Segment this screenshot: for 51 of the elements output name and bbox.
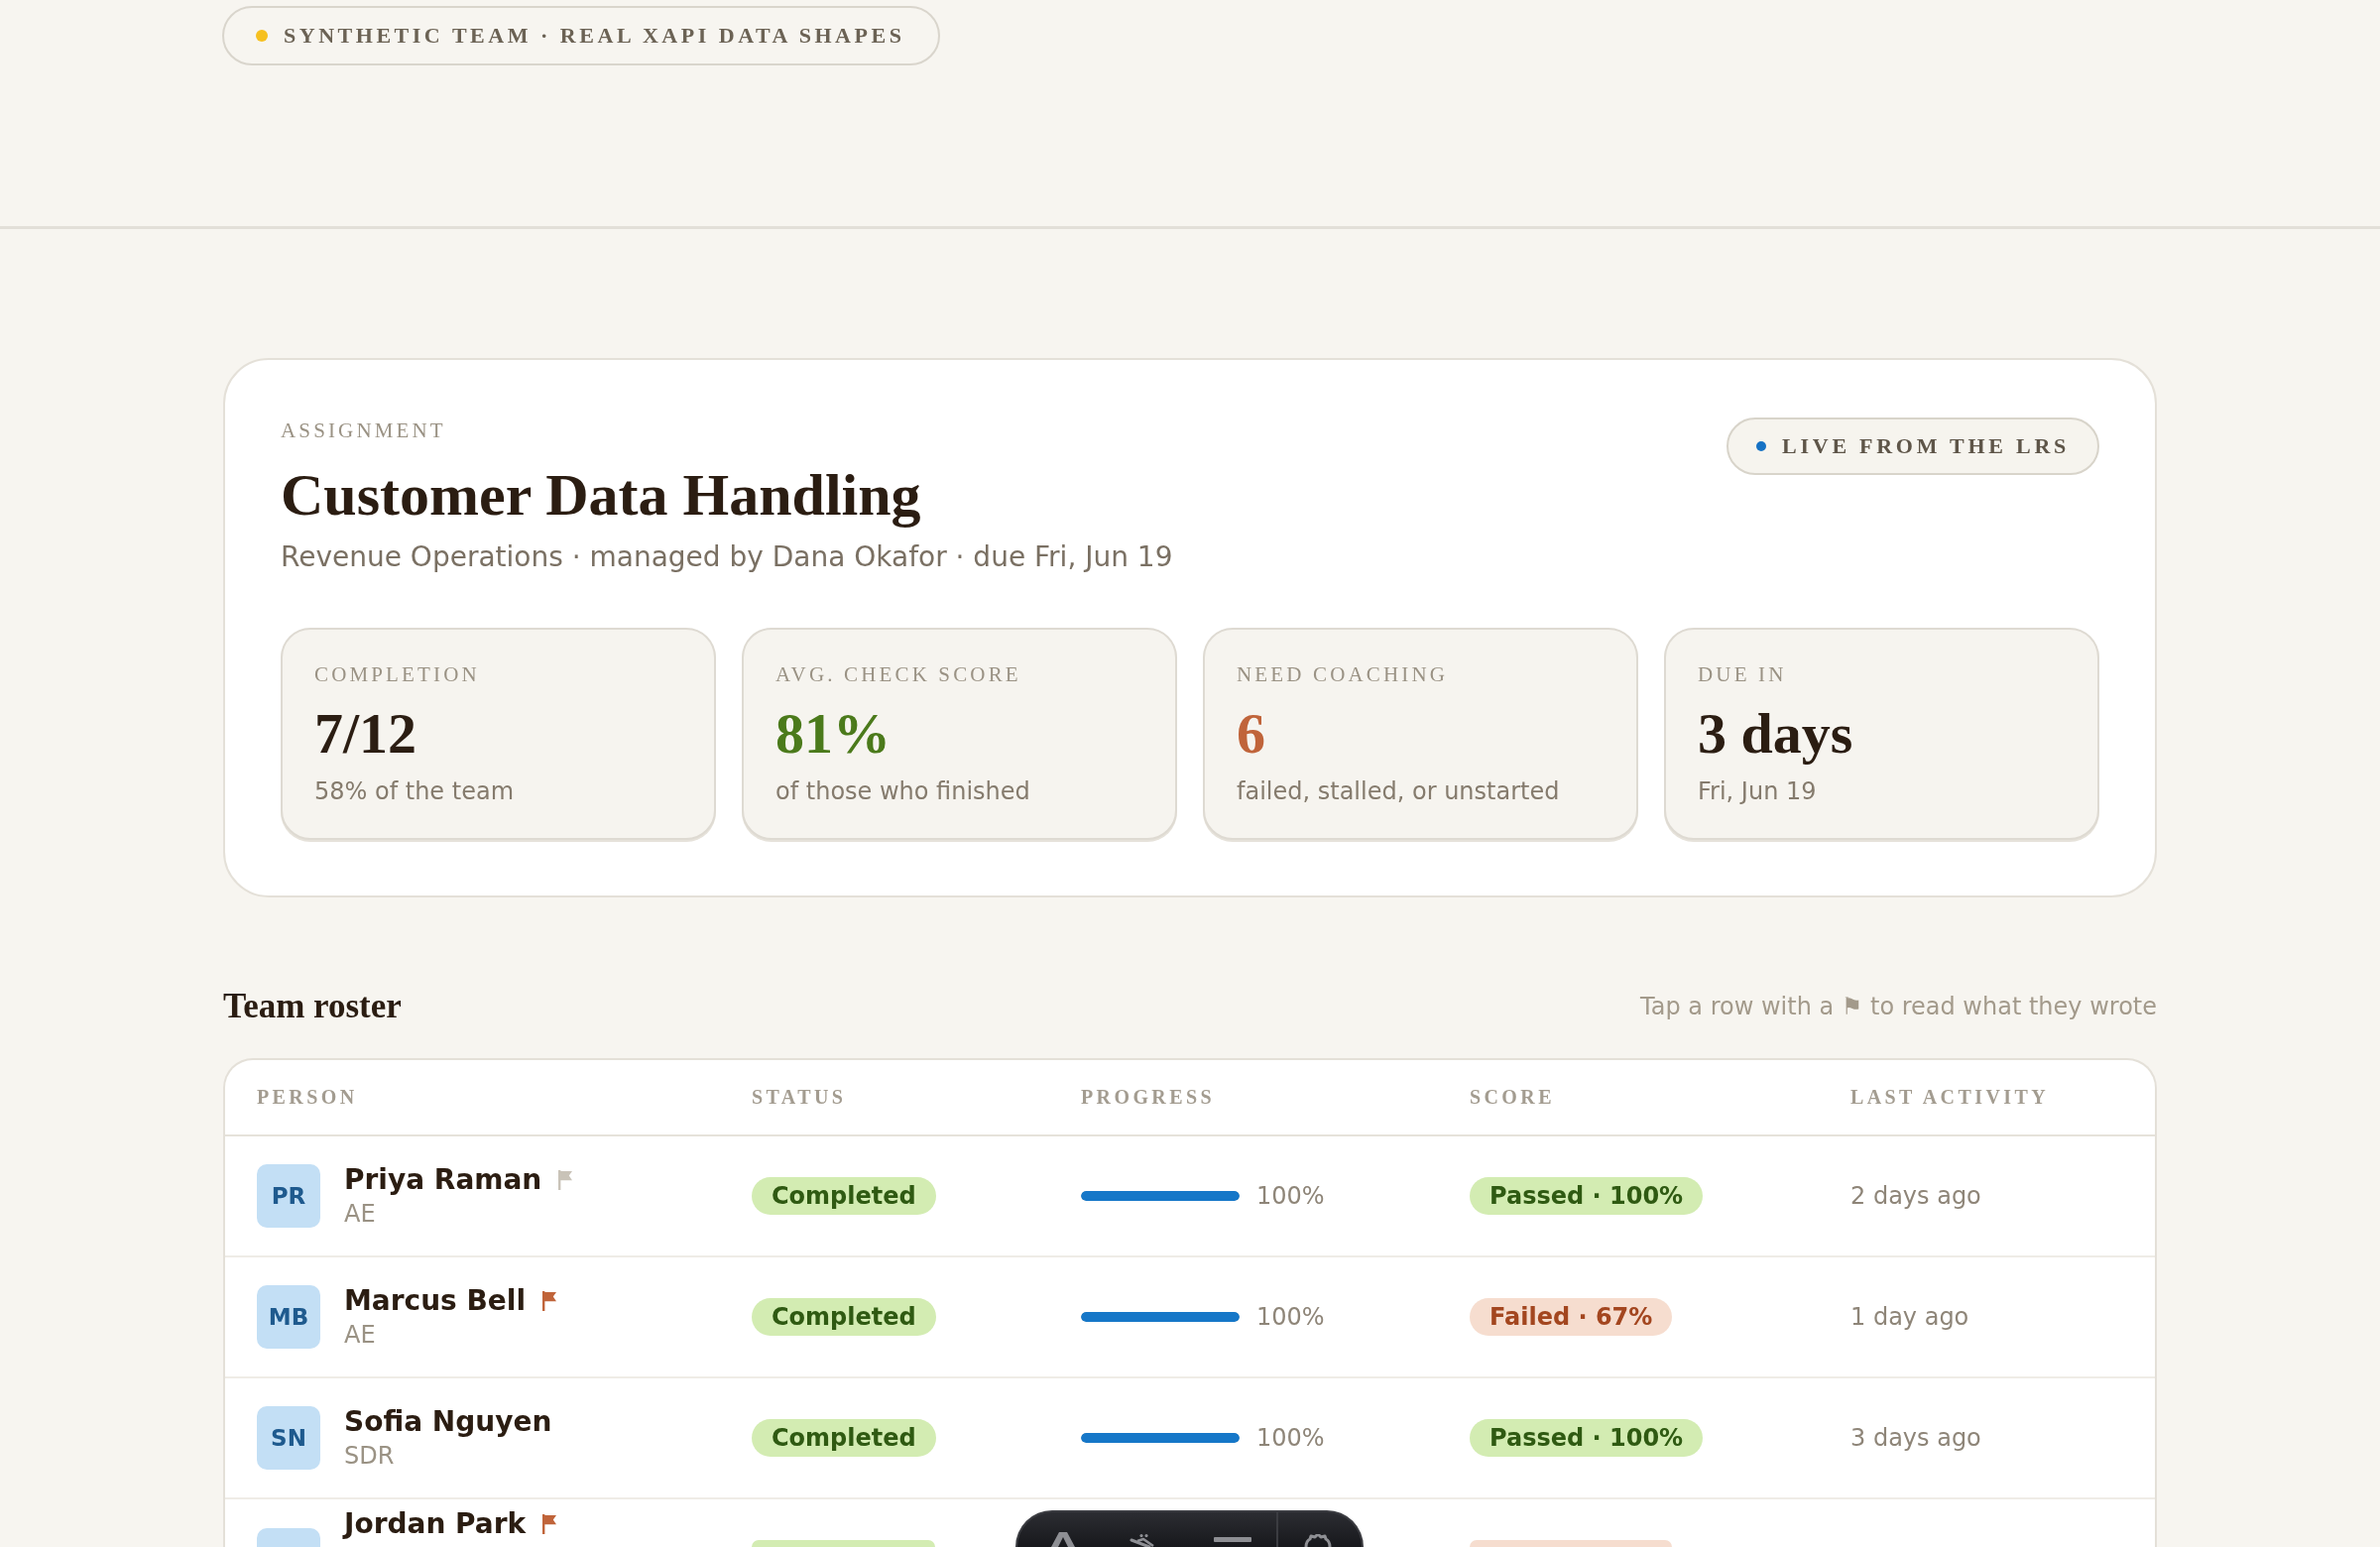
column-header: STATUS <box>752 1086 848 1109</box>
column-header: PROGRESS <box>1081 1086 1216 1109</box>
chevron-up-icon[interactable] <box>1050 1532 1076 1547</box>
stat-label: AVG. CHECK SCORE <box>775 663 1022 685</box>
person-role: SDR <box>344 1441 396 1471</box>
assignment-meta: Revenue Operations · managed by Dana Okafor · due Fri, Jun 19 <box>281 540 1173 574</box>
stat-label: COMPLETION <box>314 663 481 685</box>
progress-percent: 100% <box>1256 1181 1325 1211</box>
section-label: ASSIGNMENT <box>281 417 447 443</box>
last-activity: 1 day ago <box>1850 1302 1969 1332</box>
column-header: SCORE <box>1470 1086 1556 1109</box>
stat-value: 7/12 <box>314 702 418 766</box>
person-name: Marcus Bell <box>344 1284 527 1318</box>
last-activity: 3 days ago <box>1850 1423 1981 1453</box>
person-name: Jordan Park <box>344 1507 527 1541</box>
hint-text: Tap a row with a ⚑ to read what they wrote <box>1640 992 2157 1021</box>
status-badge: Completed <box>752 1298 936 1336</box>
settings-icon[interactable] <box>1304 1534 1332 1547</box>
avatar: MB <box>257 1285 320 1349</box>
avatar: SN <box>257 1406 320 1470</box>
assignment-title: Customer Data Handling <box>281 463 922 527</box>
stat-value: 6 <box>1237 702 1266 766</box>
person-role: AE <box>344 1320 377 1350</box>
stat-value: 3 days <box>1698 702 1854 766</box>
stat-value: 81% <box>775 702 892 766</box>
person-name: Sofia Nguyen <box>344 1405 552 1439</box>
status-dot-icon <box>256 30 268 42</box>
avatar <box>257 1528 320 1547</box>
status-badge: Completed <box>752 1177 936 1215</box>
status-dot-icon <box>1756 441 1767 451</box>
stat-note: Fri, Jun 19 <box>1698 776 1818 807</box>
section-heading: Team roster <box>223 986 402 1027</box>
live-label: LIVE FROM THE LRS <box>1782 433 2070 459</box>
column-header: LAST ACTIVITY <box>1850 1086 2050 1109</box>
progress-percent: 100% <box>1256 1423 1325 1453</box>
last-activity: 2 days ago <box>1850 1181 1981 1211</box>
avatar: PR <box>257 1164 320 1228</box>
status-badge: Completed <box>752 1419 936 1457</box>
banner-text: SYNTHETIC TEAM · REAL XAPI DATA SHAPES <box>284 23 905 49</box>
stat-label: NEED COACHING <box>1237 663 1450 685</box>
column-header: PERSON <box>257 1086 359 1109</box>
score-badge: Passed · 100% <box>1470 1177 1704 1215</box>
score-badge: Failed · 67% <box>1470 1298 1673 1336</box>
score-badge: Passed · 100% <box>1470 1419 1704 1457</box>
person-role: AE <box>344 1199 377 1229</box>
stat-note: failed, stalled, or unstarted <box>1237 776 1561 807</box>
stat-note: of those who finished <box>775 776 1031 807</box>
person-name: Priya Raman <box>344 1163 542 1197</box>
stat-note: 58% of the team <box>314 776 515 807</box>
stat-label: DUE IN <box>1698 663 1788 685</box>
progress-percent: 100% <box>1256 1302 1325 1332</box>
